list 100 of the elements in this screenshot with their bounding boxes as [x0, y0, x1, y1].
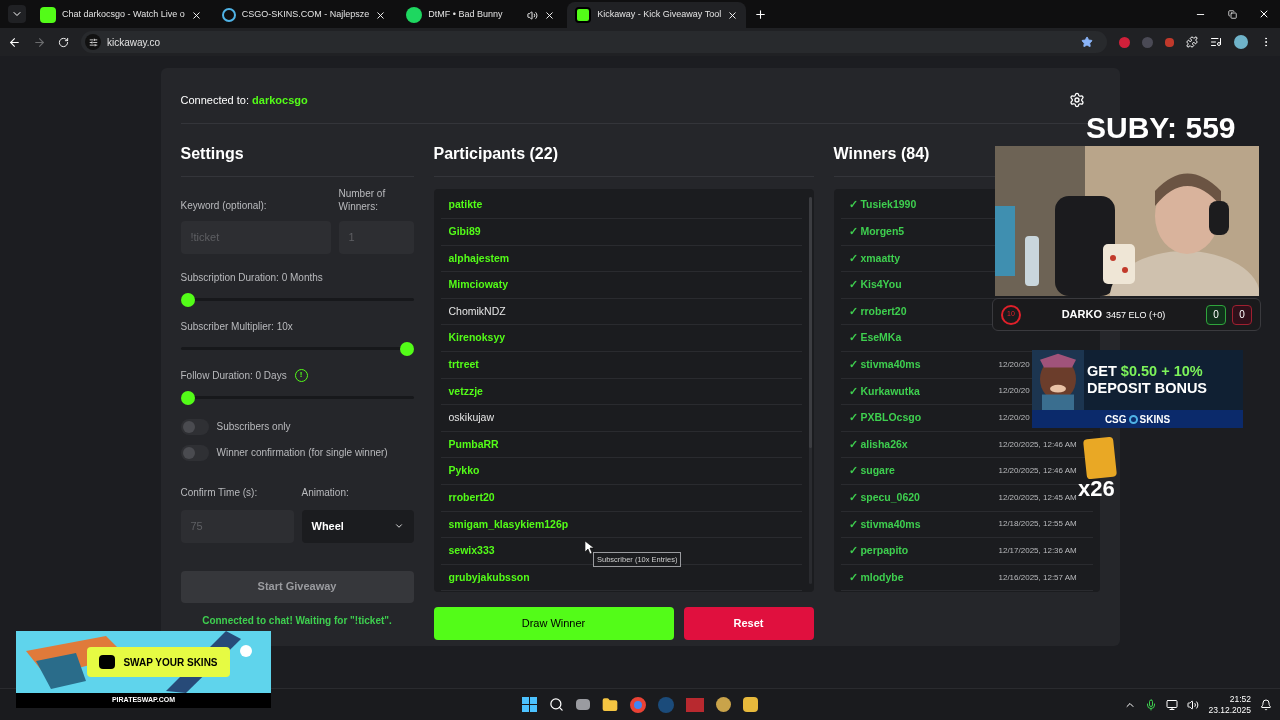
- participant-name[interactable]: patikte: [448, 197, 483, 214]
- slider-track[interactable]: [180, 292, 414, 307]
- forward-icon[interactable]: [33, 35, 46, 49]
- slider-thumb[interactable]: [399, 341, 414, 356]
- winner-name: ✓ Kurkawutka: [848, 383, 920, 399]
- windows-start-icon[interactable]: [522, 697, 537, 712]
- participant-name[interactable]: trtreet: [448, 357, 479, 373]
- animation-select[interactable]: Wheel: [301, 509, 414, 543]
- tab-title: Kickaway - Kick Giveaway Tool: [597, 8, 722, 22]
- microphone-icon[interactable]: [1145, 698, 1158, 711]
- winner-name: ✓ xmaatty: [848, 250, 901, 266]
- back-icon[interactable]: [8, 35, 21, 49]
- winner-name: ✓ sugare: [848, 463, 895, 479]
- new-tab-icon[interactable]: [754, 8, 768, 21]
- elo-rating: 3457 ELO (+0): [1106, 309, 1166, 323]
- status-message: Connected to chat! Waiting for "!ticket".: [201, 613, 393, 628]
- winner-name: ✓ Morgen5: [848, 224, 905, 239]
- participant-name[interactable]: grubyjakubsson: [448, 569, 530, 586]
- toggle-switch[interactable]: [180, 418, 209, 435]
- clock-time: 21:52: [1229, 693, 1251, 705]
- participant-name[interactable]: oskikujaw: [448, 410, 495, 426]
- media-icon[interactable]: [1210, 36, 1222, 48]
- winner-name: ✓ perpapito: [848, 543, 909, 559]
- close-icon[interactable]: [727, 9, 739, 21]
- participant-name[interactable]: Kirenoksyy: [448, 330, 506, 347]
- slider-label: Follow Duration: 0 Days: [180, 368, 287, 383]
- browser-tab[interactable]: Kickaway - Kick Giveaway Tool: [567, 2, 747, 28]
- browser-tab[interactable]: CSGO-SKINS.COM - Najlepsze: [213, 2, 395, 28]
- extension-icon[interactable]: [1119, 36, 1130, 48]
- app-icon[interactable]: [716, 697, 731, 712]
- win-date: 12/20/20: [998, 385, 1030, 398]
- close-icon[interactable]: [544, 9, 556, 21]
- participant-name[interactable]: PumbaRR: [448, 436, 499, 453]
- section-title: Settings: [180, 141, 414, 177]
- field-label: Keyword (optional):: [180, 198, 268, 213]
- field-label: Animation:: [301, 485, 350, 500]
- participant-name[interactable]: Mimciowaty: [448, 277, 508, 293]
- field-label: Number of Winners:: [338, 186, 387, 213]
- winner-name: ✓ EseMKa: [848, 330, 902, 346]
- participant-name[interactable]: alphajestem: [448, 250, 510, 267]
- site-settings-icon[interactable]: [88, 37, 98, 47]
- win-date: 12/20/2025, 12:46 AM: [998, 438, 1077, 451]
- settings-icon[interactable]: [1068, 92, 1085, 109]
- participant-name[interactable]: vetzzje: [448, 383, 483, 400]
- participant-name[interactable]: ChomikNDZ: [448, 303, 506, 320]
- participant-name[interactable]: rrobert20: [448, 489, 495, 506]
- extensions-icon[interactable]: [1186, 36, 1198, 48]
- app-icon[interactable]: [743, 697, 758, 712]
- wins-count: 0: [1206, 304, 1226, 325]
- win-date: 12/20/20: [998, 412, 1030, 425]
- winner-name: ✓ Kis4You: [848, 277, 902, 293]
- extension-icon[interactable]: [1165, 37, 1174, 47]
- search-icon[interactable]: [549, 697, 564, 712]
- player-name: DARKO: [1061, 307, 1102, 323]
- win-date: 12/20/2025, 12:45 AM: [998, 491, 1077, 504]
- restore-icon[interactable]: [1227, 9, 1237, 19]
- draw-winner-button[interactable]: Draw Winner: [433, 606, 674, 640]
- winner-name: ✓ mlodybe: [848, 569, 904, 585]
- participant-name[interactable]: Pykko: [448, 463, 480, 480]
- winner-name: ✓ PXBLOcsgo: [848, 410, 922, 426]
- win-date: 12/20/20: [998, 358, 1030, 371]
- browser-tab[interactable]: DtMF • Bad Bunny: [398, 2, 564, 28]
- monitor-icon[interactable]: [1166, 698, 1179, 711]
- reset-button[interactable]: Reset: [683, 606, 814, 640]
- winner-name: ✓ stivma40ms: [848, 357, 921, 372]
- reload-icon[interactable]: [58, 36, 69, 48]
- target-icon: [1128, 414, 1138, 424]
- browser-tab[interactable]: Chat darkocsgo - Watch Live o: [32, 2, 210, 28]
- brand-text: SKINS: [1139, 412, 1171, 427]
- scrollbar[interactable]: [808, 196, 812, 584]
- toggle-label: Subscribers only: [216, 420, 291, 434]
- clock-date: 23.12.2025: [1208, 704, 1251, 716]
- participant-name[interactable]: sewix333: [448, 543, 495, 559]
- win-date: 12/16/2025, 12:57 AM: [998, 571, 1077, 584]
- close-icon[interactable]: [375, 9, 387, 21]
- win-date: 12/17/2025, 12:36 AM: [998, 545, 1077, 557]
- slider-label: Subscriber Multiplier: 10x: [180, 319, 293, 334]
- slider-thumb[interactable]: [180, 292, 195, 307]
- tab-list-button[interactable]: [8, 5, 26, 23]
- close-icon[interactable]: [1258, 8, 1270, 20]
- folder-icon[interactable]: [602, 696, 618, 713]
- address-bar[interactable]: kickaway.co: [81, 31, 1107, 53]
- win-date: 12/20/2025, 12:46 AM: [998, 465, 1077, 478]
- speaker-icon[interactable]: [527, 9, 539, 21]
- speaker-icon[interactable]: [1187, 698, 1200, 711]
- winner-name: ✓ alisha26x: [848, 436, 908, 452]
- slider-track[interactable]: [180, 341, 414, 356]
- profile-avatar[interactable]: [1234, 35, 1248, 49]
- connection-status: Connected to: darkocsgo: [180, 93, 308, 108]
- slider-track[interactable]: [180, 390, 414, 405]
- ad-headline: DEPOSIT BONUS: [1087, 380, 1208, 397]
- participant-name[interactable]: smigam_klasykiem126p: [448, 516, 569, 533]
- bell-icon[interactable]: [1260, 698, 1272, 711]
- toggle-switch[interactable]: [180, 444, 209, 461]
- ad-headline: GET $0.50 + 10%: [1087, 363, 1204, 380]
- close-icon[interactable]: [190, 9, 202, 21]
- slider-thumb[interactable]: [180, 390, 195, 405]
- participant-name[interactable]: Gibi89: [448, 224, 481, 240]
- star-icon[interactable]: [1081, 36, 1093, 48]
- field-label: Confirm Time (s):: [180, 485, 259, 500]
